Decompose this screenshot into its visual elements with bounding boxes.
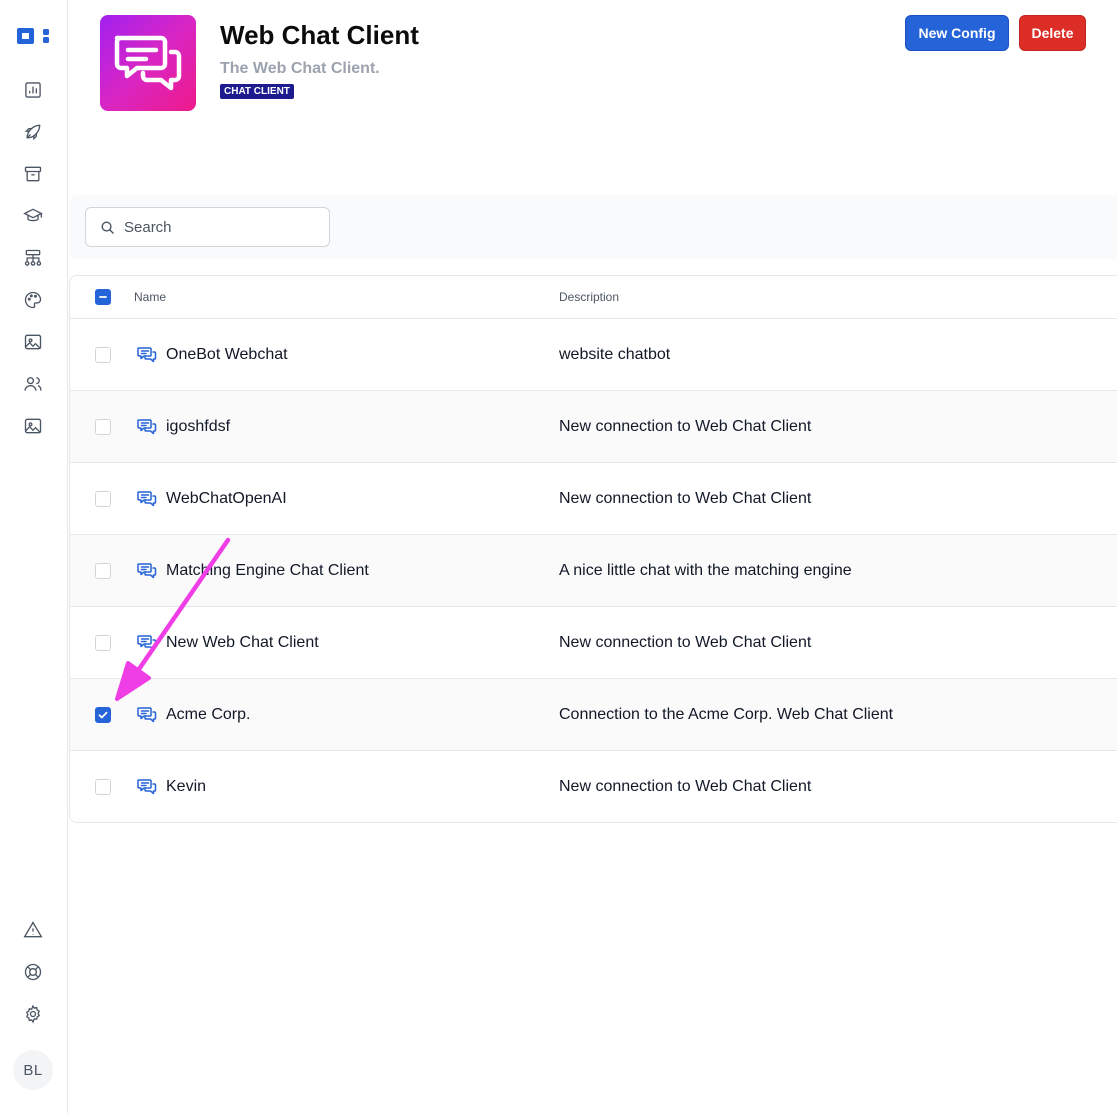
page-subtitle: The Web Chat Client. [220,60,380,77]
row-checkbox[interactable] [95,563,111,579]
gear-icon[interactable] [22,1003,44,1025]
select-all-checkbox[interactable] [95,289,111,305]
page-title: Web Chat Client [220,20,419,50]
row-description: New connection to Web Chat Client [559,490,812,507]
sitemap-icon[interactable] [22,247,44,269]
table-header: Name Description [70,276,1117,319]
row-checkbox[interactable] [95,491,111,507]
app-tile [100,15,196,111]
table-row[interactable]: WebChatOpenAI New connection to Web Chat… [70,463,1117,535]
table-row[interactable]: New Web Chat Client New connection to We… [70,607,1117,679]
type-badge: CHAT CLIENT [220,84,294,99]
row-checkbox[interactable] [95,635,111,651]
row-checkbox[interactable] [95,419,111,435]
connections-table: Name Description OneBot Webchat website … [69,275,1117,823]
row-name: igoshfdsf [166,418,231,435]
chat-bubbles-icon [137,635,157,651]
column-header-description[interactable]: Description [559,290,619,304]
row-description: New connection to Web Chat Client [559,418,812,435]
row-name: Matching Engine Chat Client [166,562,369,579]
avatar[interactable]: BL [13,1050,53,1090]
image-icon[interactable] [22,331,44,353]
new-config-button[interactable]: New Config [905,15,1009,51]
chat-bubbles-icon [137,707,157,723]
table-row[interactable]: Matching Engine Chat Client A nice littl… [70,535,1117,607]
chat-bubbles-icon [137,347,157,363]
row-description: A nice little chat with the matching eng… [559,562,852,579]
brand-logo-icon[interactable] [17,26,51,46]
lifebuoy-icon[interactable] [22,961,44,983]
search-icon [101,221,114,234]
chat-bubbles-icon [137,419,157,435]
check-icon [98,711,108,719]
row-name: WebChatOpenAI [166,490,287,507]
row-name: New Web Chat Client [166,634,319,651]
table-row[interactable]: Acme Corp. Connection to the Acme Corp. … [70,679,1117,751]
warning-icon[interactable] [22,919,44,941]
minus-icon [99,296,107,298]
row-checkbox[interactable] [95,707,111,723]
image-icon[interactable] [22,415,44,437]
rocket-icon[interactable] [22,121,44,143]
row-description: website chatbot [559,346,671,363]
chat-bubbles-icon [137,491,157,507]
delete-button[interactable]: Delete [1019,15,1086,51]
row-name: OneBot Webchat [166,346,288,363]
palette-icon[interactable] [22,289,44,311]
table-row[interactable]: Kevin New connection to Web Chat Client [70,751,1117,822]
table-row[interactable]: OneBot Webchat website chatbot [70,319,1117,391]
row-description: Connection to the Acme Corp. Web Chat Cl… [559,706,894,723]
search-box[interactable] [85,207,330,247]
chat-bubbles-icon [114,35,182,91]
search-input[interactable] [124,218,314,236]
column-header-name[interactable]: Name [134,290,166,304]
users-icon[interactable] [22,373,44,395]
row-checkbox[interactable] [95,347,111,363]
sidebar: BL [0,0,68,1113]
chat-bubbles-icon [137,563,157,579]
chart-icon[interactable] [22,79,44,101]
row-name: Kevin [166,778,207,795]
row-checkbox[interactable] [95,779,111,795]
graduation-cap-icon[interactable] [22,205,44,227]
table-row[interactable]: igoshfdsf New connection to Web Chat Cli… [70,391,1117,463]
row-description: New connection to Web Chat Client [559,778,812,795]
row-name: Acme Corp. [166,706,251,723]
row-description: New connection to Web Chat Client [559,634,812,651]
archive-icon[interactable] [22,163,44,185]
chat-bubbles-icon [137,779,157,795]
